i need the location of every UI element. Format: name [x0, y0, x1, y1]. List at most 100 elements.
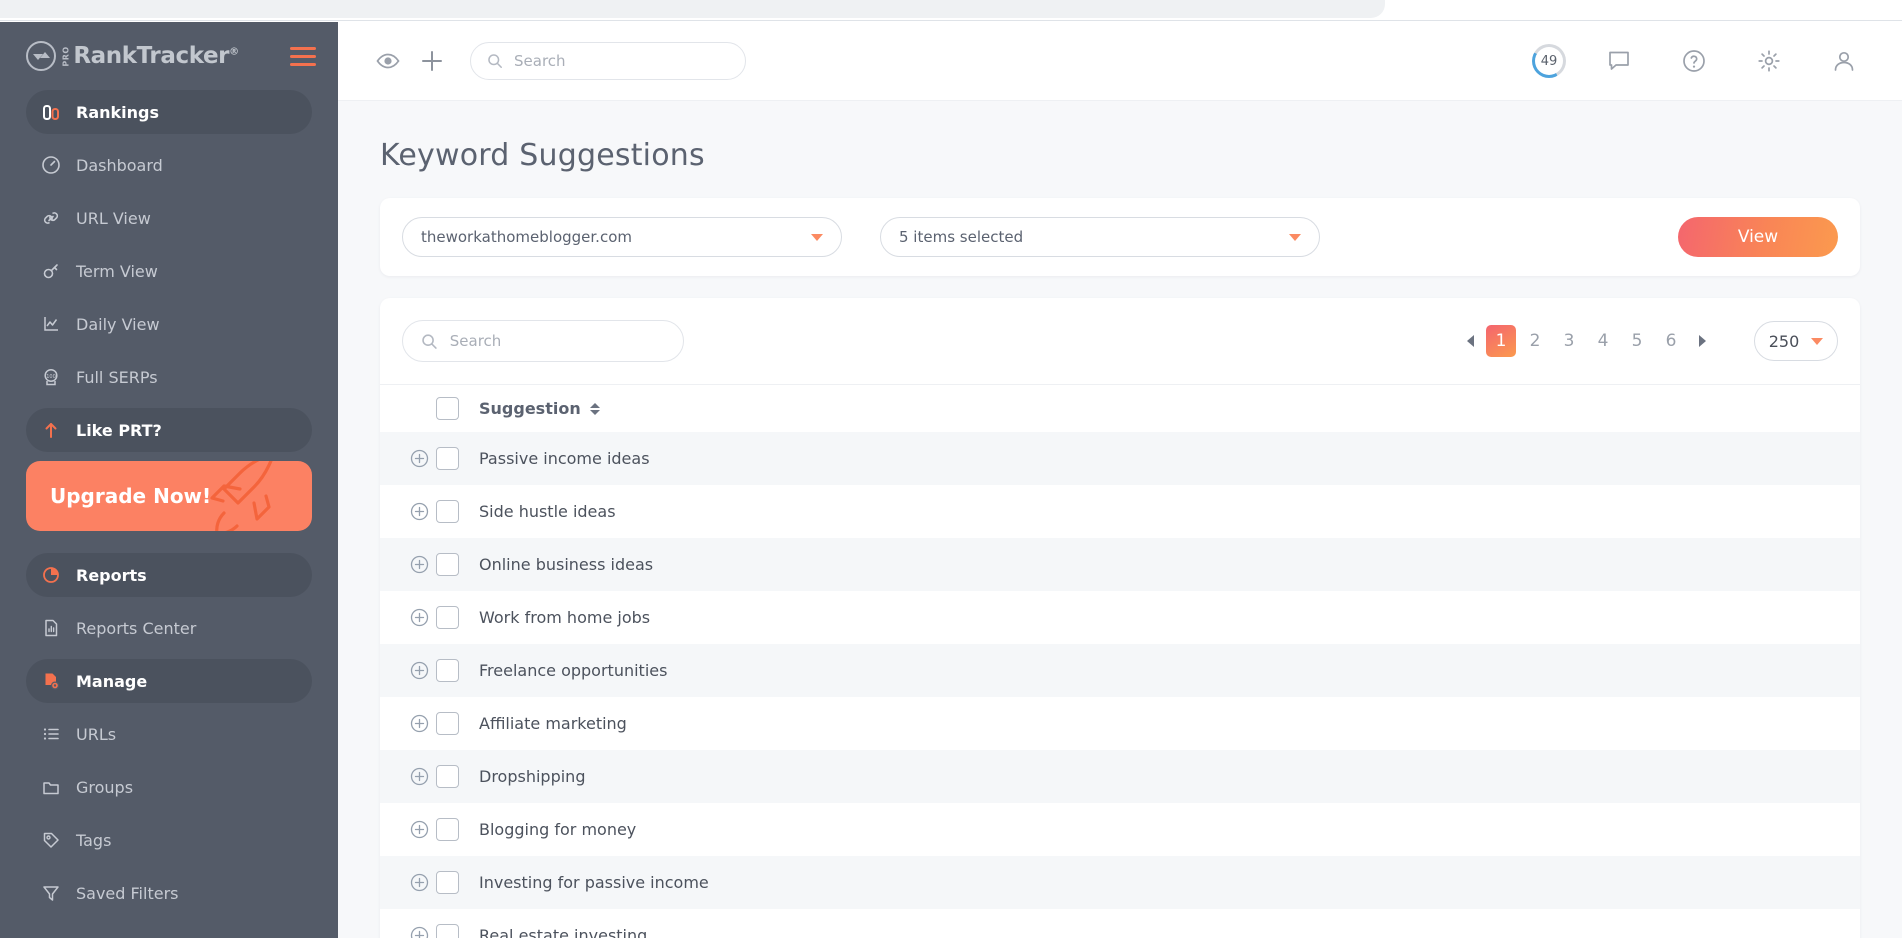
pagination-page[interactable]: 4 [1588, 325, 1618, 357]
gear-icon[interactable] [1747, 39, 1791, 83]
sidebar-item-label: Rankings [76, 102, 159, 122]
sidebar-item-label: Manage [76, 671, 148, 691]
table-row[interactable]: Dropshipping [380, 750, 1860, 803]
row-checkbox[interactable] [436, 606, 459, 629]
global-search[interactable] [470, 42, 746, 80]
table-row[interactable]: Freelance opportunities [380, 644, 1860, 697]
pagination-page[interactable]: 6 [1656, 325, 1686, 357]
expand-row-icon[interactable] [402, 502, 436, 521]
view-button[interactable]: View [1678, 217, 1838, 257]
expand-row-icon[interactable] [402, 555, 436, 574]
hamburger-menu-icon[interactable] [290, 46, 316, 66]
search-input[interactable] [514, 52, 729, 70]
expand-row-icon[interactable] [402, 873, 436, 892]
top-bar-actions: 49 [1532, 39, 1866, 83]
browser-tab[interactable] [0, 0, 1385, 18]
row-checkbox[interactable] [436, 659, 459, 682]
chevron-down-icon [811, 233, 823, 241]
items-select[interactable]: 5 items selected [880, 217, 1320, 257]
sidebar-item-label: Like PRT? [76, 420, 162, 440]
arrow-up-icon [40, 419, 62, 441]
help-icon[interactable] [1672, 39, 1716, 83]
sidebar-item-reports[interactable]: Reports [26, 553, 312, 597]
expand-row-icon[interactable] [402, 926, 436, 938]
row-checkbox[interactable] [436, 765, 459, 788]
sidebar-nav-bottom: Reports Reports Center Manage URLs Group [0, 553, 338, 915]
plus-icon[interactable] [410, 39, 454, 83]
pagination-page[interactable]: 1 [1486, 325, 1516, 357]
chevron-down-icon [1811, 337, 1824, 345]
row-checkbox[interactable] [436, 447, 459, 470]
expand-row-icon[interactable] [402, 449, 436, 468]
row-checkbox[interactable] [436, 500, 459, 523]
pagination-page[interactable]: 2 [1520, 325, 1550, 357]
table-row[interactable]: Online business ideas [380, 538, 1860, 591]
sidebar-item-rankings[interactable]: Rankings [26, 90, 312, 134]
sidebar-item-like-prt[interactable]: Like PRT? [26, 408, 312, 452]
sidebar-item-manage[interactable]: Manage [26, 659, 312, 703]
row-checkbox[interactable] [436, 871, 459, 894]
table-search-input[interactable] [449, 332, 665, 350]
pagination-prev[interactable] [1458, 326, 1482, 356]
pagination-next[interactable] [1690, 326, 1714, 356]
sidebar-item-label: Groups [76, 777, 134, 797]
user-icon[interactable] [1822, 39, 1866, 83]
row-suggestion: Affiliate marketing [479, 714, 627, 733]
column-header-suggestion[interactable]: Suggestion [479, 399, 600, 418]
expand-row-icon[interactable] [402, 767, 436, 786]
sort-icon[interactable] [589, 402, 600, 415]
sidebar-item-url-view[interactable]: URL View [26, 196, 312, 240]
row-suggestion: Real estate investing [479, 926, 648, 938]
table-row[interactable]: Passive income ideas [380, 432, 1860, 485]
sidebar-item-reports-center[interactable]: Reports Center [26, 606, 312, 650]
row-suggestion: Passive income ideas [479, 449, 650, 468]
brand-logo[interactable]: PRO RankTracker® [26, 41, 290, 71]
table-row[interactable]: Real estate investing [380, 909, 1860, 938]
row-checkbox[interactable] [436, 924, 459, 938]
expand-row-icon[interactable] [402, 714, 436, 733]
row-checkbox[interactable] [436, 712, 459, 735]
row-checkbox[interactable] [436, 553, 459, 576]
link-icon [40, 207, 62, 229]
pagination-page[interactable]: 5 [1622, 325, 1652, 357]
table-row[interactable]: Side hustle ideas [380, 485, 1860, 538]
main-content: 49 Keyword Suggestions theworkathomeblog… [338, 22, 1902, 938]
domain-select-value: theworkathomeblogger.com [421, 228, 632, 246]
sidebar-item-term-view[interactable]: Term View [26, 249, 312, 293]
per-page-select[interactable]: 250 [1754, 321, 1838, 361]
eye-icon[interactable] [366, 39, 410, 83]
table-row[interactable]: Affiliate marketing [380, 697, 1860, 750]
sidebar-item-groups[interactable]: Groups [26, 765, 312, 809]
sidebar-item-label: URLs [76, 724, 117, 744]
upgrade-now-button[interactable]: Upgrade Now! [26, 461, 312, 531]
search-icon [422, 333, 437, 349]
sidebar-item-daily-view[interactable]: Daily View [26, 302, 312, 346]
sidebar-item-label: Daily View [76, 314, 160, 334]
row-checkbox[interactable] [436, 818, 459, 841]
row-suggestion: Online business ideas [479, 555, 654, 574]
expand-row-icon[interactable] [402, 661, 436, 680]
domain-select[interactable]: theworkathomeblogger.com [402, 217, 842, 257]
sidebar-item-full-serps[interactable]: 100 Full SERPs [26, 355, 312, 399]
table-row[interactable]: Investing for passive income [380, 856, 1860, 909]
select-all-checkbox[interactable] [436, 397, 459, 420]
sidebar-item-label: Full SERPs [76, 367, 158, 387]
pagination: 1 2 3 4 5 6 250 [1458, 321, 1838, 361]
gauge-icon [40, 154, 62, 176]
sidebar-item-tags[interactable]: Tags [26, 818, 312, 862]
sidebar-item-saved-filters[interactable]: Saved Filters [26, 871, 312, 915]
table-row[interactable]: Work from home jobs [380, 591, 1860, 644]
table-search[interactable] [402, 320, 684, 362]
browser-chrome [0, 0, 1902, 22]
expand-row-icon[interactable] [402, 608, 436, 627]
expand-row-icon[interactable] [402, 820, 436, 839]
pagination-page[interactable]: 3 [1554, 325, 1584, 357]
sidebar-item-dashboard[interactable]: Dashboard [26, 143, 312, 187]
file-gear-icon [40, 670, 62, 692]
credits-badge[interactable]: 49 [1532, 44, 1566, 78]
chat-icon[interactable] [1597, 39, 1641, 83]
table-row[interactable]: Blogging for money [380, 803, 1860, 856]
folder-icon [40, 776, 62, 798]
sidebar-item-urls[interactable]: URLs [26, 712, 312, 756]
chrome-divider [0, 20, 1902, 21]
